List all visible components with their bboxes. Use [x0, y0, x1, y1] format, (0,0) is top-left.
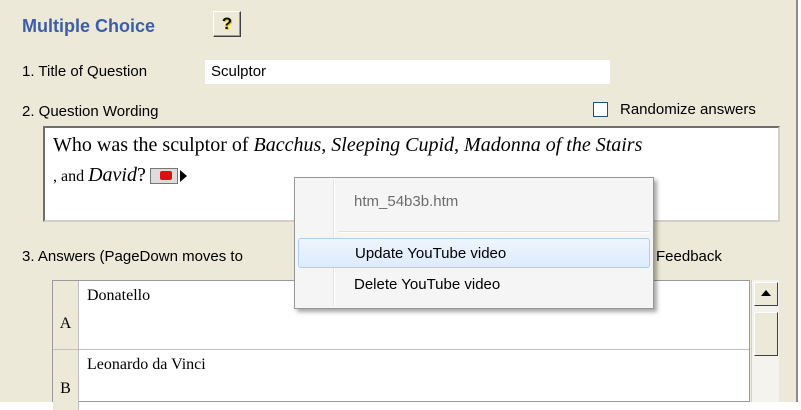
question-title-input[interactable]: Sculptor: [205, 60, 610, 84]
answer-letter: A: [53, 281, 79, 349]
work-title: Madonna of the Stairs: [464, 134, 643, 156]
work-title: David: [88, 164, 137, 186]
expand-arrow-icon[interactable]: [179, 170, 187, 183]
wording-text: ,: [321, 134, 332, 156]
multiple-choice-panel: Multiple Choice ? 1. Title of Question S…: [0, 0, 798, 410]
menu-item-label: htm_54b3b.htm: [354, 193, 459, 210]
wording-text: ?: [137, 164, 146, 186]
help-button[interactable]: ?: [213, 11, 241, 37]
work-title: Bacchus: [253, 134, 322, 156]
scroll-up-arrow-icon[interactable]: [754, 282, 778, 306]
scroll-thumb[interactable]: [754, 312, 778, 356]
page-title: Multiple Choice: [22, 16, 156, 36]
menu-item-label: Delete YouTube video: [354, 276, 501, 293]
help-icon: ?: [221, 14, 233, 33]
answer-text[interactable]: Leonardo da Vinci: [87, 356, 206, 374]
menu-separator: [339, 231, 649, 233]
question-title-label: 1. Title of Question: [22, 63, 148, 80]
wording-text: , and: [53, 168, 89, 185]
menu-item-update-youtube-video[interactable]: Update YouTube video: [298, 238, 650, 268]
randomize-answers-option[interactable]: Randomize answers: [593, 101, 756, 118]
randomize-answers-label: Randomize answers: [620, 101, 756, 118]
randomize-answers-checkbox[interactable]: [593, 102, 608, 117]
answer-letter: B: [53, 350, 79, 410]
question-wording-label: 2. Question Wording: [22, 103, 159, 120]
answers-scrollbar[interactable]: [751, 280, 779, 402]
menu-item-filename: htm_54b3b.htm: [298, 187, 650, 217]
youtube-icon[interactable]: [149, 168, 178, 185]
wording-text: Who was the sculptor of: [53, 134, 254, 156]
table-row[interactable]: B Leonardo da Vinci: [53, 350, 749, 410]
answers-label: 3. Answers (PageDown moves to: [22, 248, 243, 265]
context-menu: htm_54b3b.htm Update YouTube video Delet…: [294, 177, 654, 309]
menu-item-label: Update YouTube video: [355, 245, 507, 262]
feedback-label: Feedback: [656, 248, 722, 265]
answer-text[interactable]: Donatello: [87, 287, 150, 305]
work-title: Sleeping Cupid: [331, 134, 455, 156]
wording-text: ,: [454, 134, 465, 156]
menu-item-delete-youtube-video[interactable]: Delete YouTube video: [298, 270, 650, 300]
